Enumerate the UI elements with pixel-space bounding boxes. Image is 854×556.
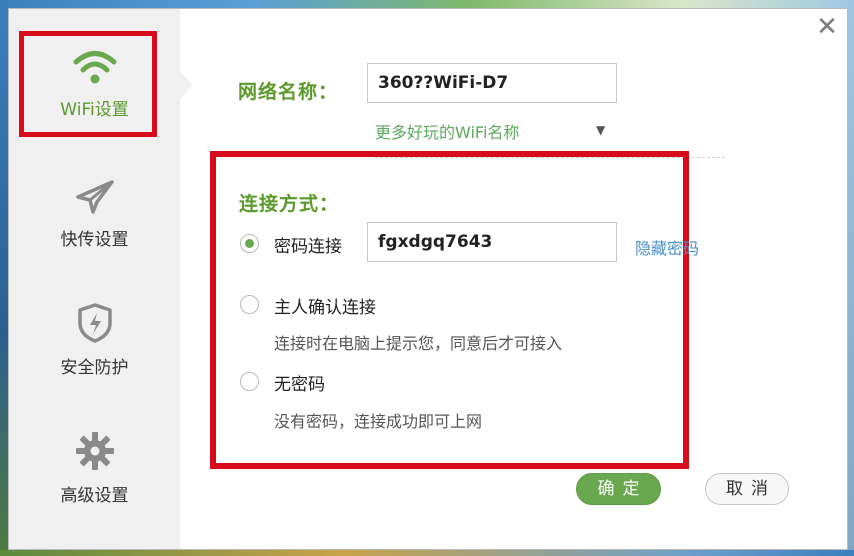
sidebar-item-advanced[interactable]: 高级设置 [9,405,180,531]
active-item-pointer [180,71,192,99]
radio-password-connect[interactable] [240,234,259,253]
sidebar-item-label: 快传设置 [60,229,129,250]
wifi-settings-window: WiFi设置 快传设置 安全防护 高级设置 ✕ 网络名称： 360??WiFi-… [8,8,848,550]
radio-owner-confirm[interactable] [240,295,259,314]
highlight-box-wifi [19,31,157,137]
option-owner-confirm-desc: 连接时在电脑上提示您，同意后才可接入 [274,334,563,353]
desktop-background-left [0,0,8,556]
option-owner-confirm-label[interactable]: 主人确认连接 [274,293,376,318]
chevron-down-icon[interactable]: ▼ [596,123,605,137]
close-button[interactable]: ✕ [813,13,841,41]
option-password-connect-label[interactable]: 密码连接 [274,232,342,257]
paper-plane-icon [75,179,115,215]
radio-no-password[interactable] [240,372,259,391]
desktop-background-bottom [0,550,854,556]
sidebar-item-label: 高级设置 [60,485,129,506]
desktop-background-top [0,0,854,8]
option-no-password-label[interactable]: 无密码 [274,370,325,395]
more-wifi-names-link[interactable]: 更多好玩的WiFi名称 [375,119,519,143]
network-name-input[interactable]: 360??WiFi-D7 [367,63,617,103]
password-input[interactable]: fgxdgq7643 [367,222,617,262]
sidebar-item-quick-transfer[interactable]: 快传设置 [9,151,180,277]
hide-password-link[interactable]: 隐藏密码 [635,235,699,259]
option-no-password-desc: 没有密码，连接成功即可上网 [274,412,483,431]
sidebar-item-label: 安全防护 [60,357,129,378]
confirm-button[interactable]: 确定 [576,473,661,505]
network-name-label: 网络名称： [238,81,339,103]
connection-method-label: 连接方式： [239,193,340,215]
shield-icon [77,302,113,343]
cancel-button[interactable]: 取消 [705,473,789,505]
desktop-background-right [848,0,854,556]
sidebar-item-security[interactable]: 安全防护 [9,277,180,403]
close-icon: ✕ [816,12,838,42]
gear-icon [75,431,115,471]
